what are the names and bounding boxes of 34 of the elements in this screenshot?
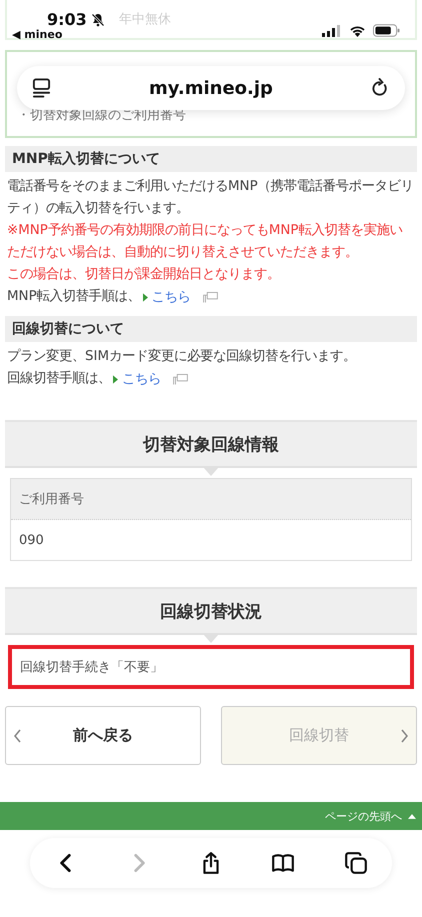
signal-icon (322, 24, 342, 36)
table-header-cell: ご利用番号 (11, 479, 411, 520)
wifi-icon (349, 24, 366, 36)
new-window-icon (202, 292, 218, 302)
new-window-icon (173, 374, 188, 384)
clock-time: 9:03 (47, 10, 87, 29)
chevron-left-icon (14, 728, 21, 742)
warning-text: この場合は、切替日が課金開始日となります。 (7, 266, 281, 284)
triangle-icon (113, 374, 118, 384)
table-cell-text: 090 (18, 532, 45, 550)
link-label: MNP転入切替手順は、 (7, 288, 141, 306)
link-label: 回線切替手順は、 (7, 370, 111, 388)
paragraph: プラン変更、SIMカード変更に必要な回線切替を行います。 (7, 348, 358, 366)
link[interactable]: こちら (152, 288, 191, 306)
back-button[interactable]: 前へ戻る (5, 706, 201, 765)
chevron-right-icon (401, 728, 408, 742)
up-triangle-icon (408, 814, 416, 818)
address-bar[interactable]: my.mineo.jp (17, 66, 405, 110)
battery-icon (373, 24, 400, 37)
panel-title: 回線切替状況 (160, 600, 262, 622)
paragraph: 電話番号をそのままご利用いただけるMNP（携帯電話番号ポータビリティ）の転入切替を行います。 (7, 178, 415, 218)
panel-title: 切替対象回線情報 (143, 434, 279, 456)
link[interactable]: こちら (122, 370, 161, 388)
muted-bell-icon (90, 12, 105, 26)
warning-text: ※MNP予約番号の有効期限の前日になってもMNP転入切替を実施いただけない場合は、自動的に切り替えさせていただきます。 (7, 222, 404, 262)
status-box: 回線切替手続き「不要」 (8, 645, 414, 689)
section-heading: 回線切替について (5, 316, 417, 342)
section-heading: MNP転入切替について (5, 146, 417, 172)
url-text: my.mineo.jp (149, 78, 273, 98)
back-to-app[interactable]: ◀ mineo (12, 28, 105, 41)
page-menu-icon[interactable] (32, 77, 51, 99)
page-top-link[interactable]: ページの先頭へ (325, 808, 416, 824)
tabs-icon[interactable] (344, 851, 368, 875)
triangle-icon (142, 292, 148, 302)
